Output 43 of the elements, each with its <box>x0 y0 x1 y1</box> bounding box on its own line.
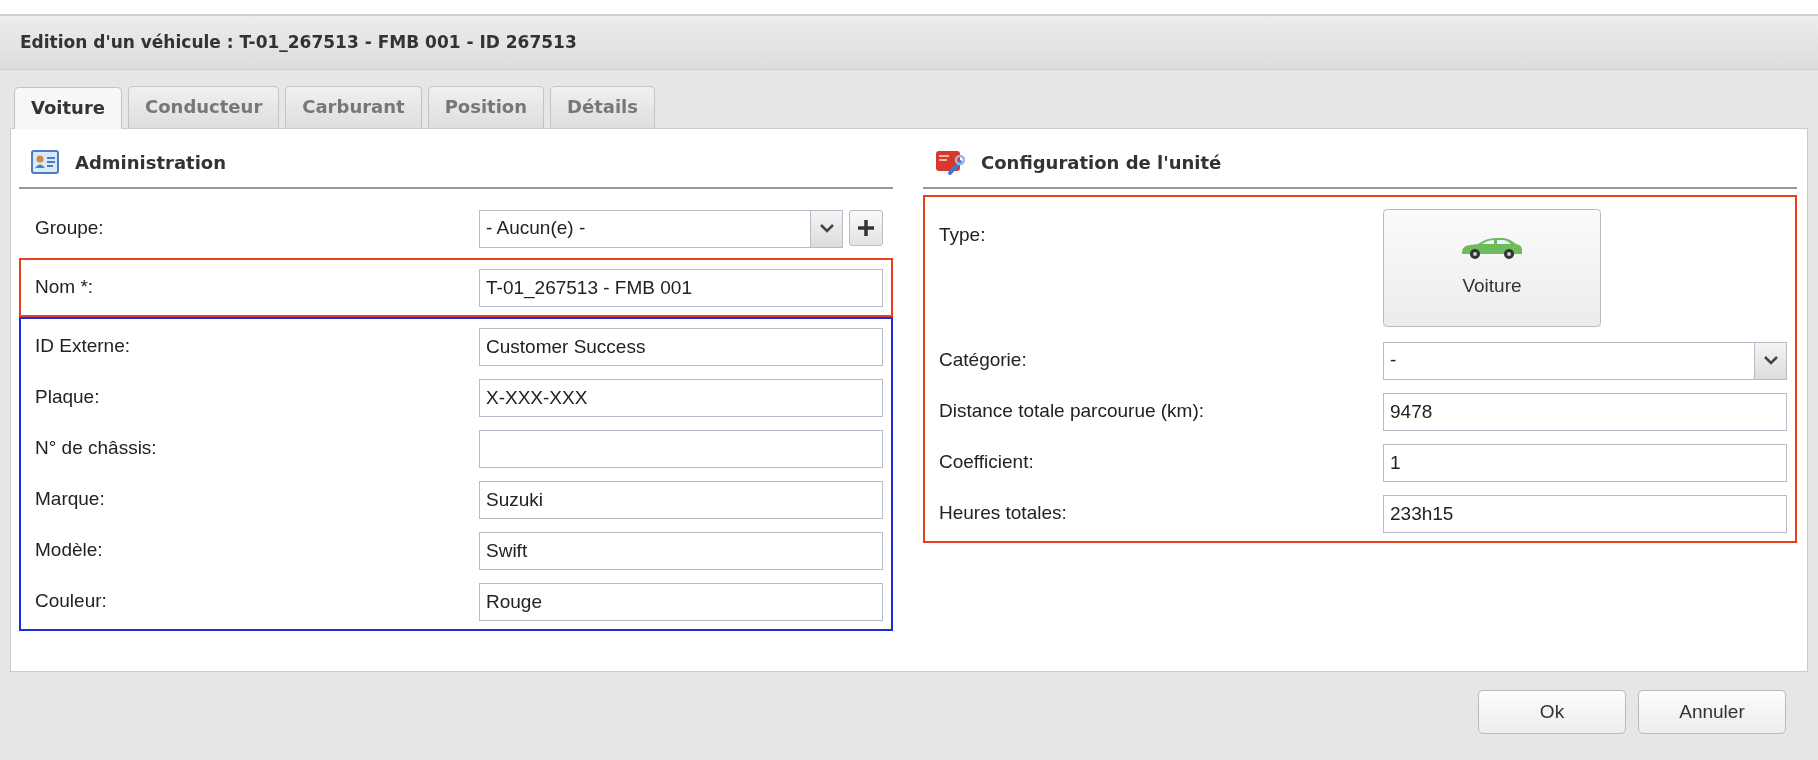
input-field[interactable] <box>479 429 883 468</box>
input-field[interactable]: T-01_267513 - FMB 001 <box>479 268 883 307</box>
input-field[interactable]: 1 <box>1383 443 1787 482</box>
field-label: Distance totale parcourue (km): <box>939 399 1206 424</box>
car-icon <box>1460 235 1524 260</box>
input-field[interactable]: Suzuki <box>479 480 883 519</box>
field-label: Marque: <box>35 487 106 512</box>
field-label: Type: <box>939 223 987 247</box>
section-title: Administration <box>75 150 227 175</box>
input-field[interactable]: 9478 <box>1383 392 1787 431</box>
input-field[interactable]: 233h15 <box>1383 494 1787 533</box>
tab[interactable]: Voiture <box>14 87 122 129</box>
caret-icon <box>1763 356 1778 365</box>
input-field[interactable]: X-XXX-XXX <box>479 378 883 417</box>
tab[interactable]: Carburant <box>285 86 422 128</box>
field-label: Couleur: <box>35 589 108 614</box>
field-label: Groupe: <box>35 216 105 241</box>
cancel-button[interactable]: Annuler <box>1638 690 1786 734</box>
field-label: Catégorie: <box>939 348 1028 373</box>
input-field[interactable]: Rouge <box>479 582 883 621</box>
field-label: Nom *: <box>35 275 95 300</box>
input-field[interactable]: Customer Success <box>479 327 883 366</box>
field-label: Coefficient: <box>939 450 1035 475</box>
section-title: Configuration de l'unité <box>981 150 1222 175</box>
dropdown[interactable]: - <box>1383 341 1787 380</box>
add-button[interactable] <box>849 209 883 246</box>
id-card-icon <box>31 150 59 174</box>
ok-button[interactable]: Ok <box>1478 690 1626 734</box>
vehicle-type-button[interactable]: Voiture <box>1383 209 1601 327</box>
input-field[interactable]: Swift <box>479 531 883 570</box>
wrench-card-icon <box>935 149 965 175</box>
tab[interactable]: Position <box>427 86 545 128</box>
plus-icon <box>857 218 875 237</box>
dropdown[interactable]: - Aucun(e) - <box>479 209 843 248</box>
field-label: ID Externe: <box>35 334 132 359</box>
field-label: Plaque: <box>35 385 101 410</box>
window-title: Edition d'un véhicule : T-01_267513 - FMB 001 - ID 267513 <box>0 16 1818 70</box>
caret-icon <box>819 224 834 233</box>
tab[interactable]: Détails <box>550 86 655 128</box>
field-label: N° de châssis: <box>35 436 158 461</box>
field-label: Heures totales: <box>939 501 1068 526</box>
field-label: Modèle: <box>35 538 104 563</box>
tab[interactable]: Conducteur <box>128 86 280 128</box>
